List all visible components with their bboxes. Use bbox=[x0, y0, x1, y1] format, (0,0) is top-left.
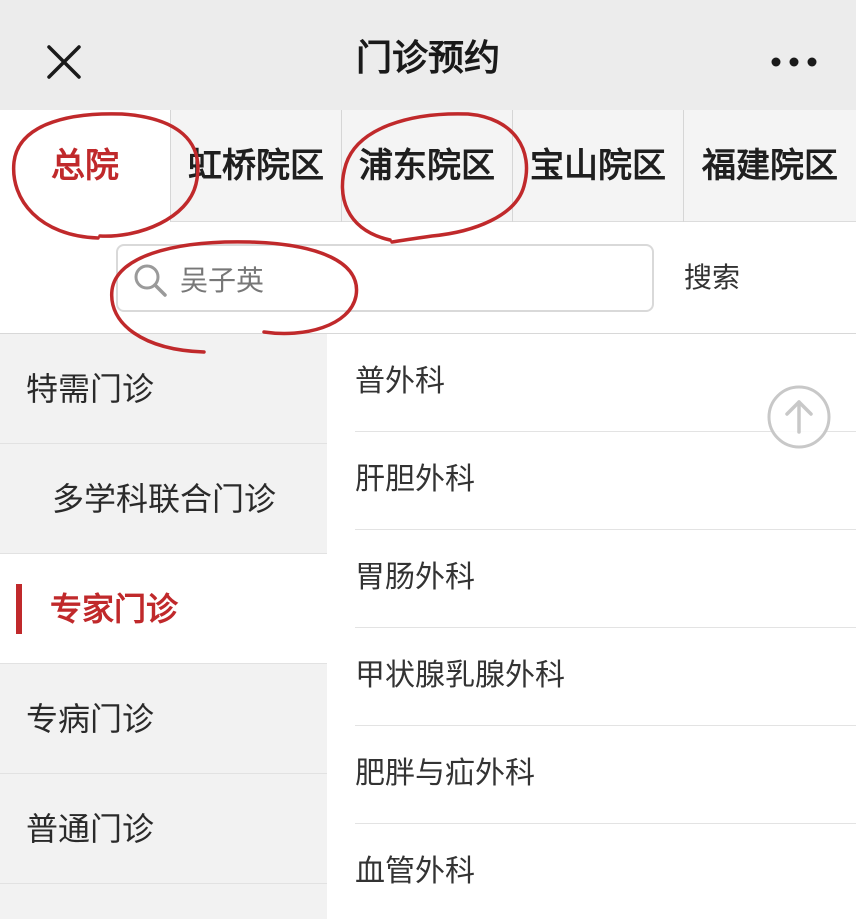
title-bar: 门诊预约 bbox=[0, 0, 856, 110]
search-input[interactable] bbox=[180, 254, 640, 304]
scroll-top-button[interactable] bbox=[766, 384, 832, 450]
campus-tabs: 总院 虹桥院区 浦东院区 宝山院区 福建院区 bbox=[0, 110, 856, 222]
sidebar-item-expert-clinic[interactable]: 专家门诊 bbox=[0, 554, 327, 664]
sidebar-item-label: 专家门诊 bbox=[50, 590, 179, 628]
page-title: 门诊预约 bbox=[355, 38, 500, 79]
sidebar-item-mdt-clinic[interactable]: 多学科联合门诊 bbox=[0, 444, 327, 554]
department-label: 肥胖与疝外科 bbox=[355, 756, 535, 791]
tab-hongqiao-campus[interactable]: 虹桥院区 bbox=[170, 110, 341, 222]
department-label: 普外科 bbox=[355, 364, 445, 399]
more-button[interactable] bbox=[764, 44, 824, 80]
tab-pudong-campus[interactable]: 浦东院区 bbox=[341, 110, 512, 222]
sidebar-item-disease-clinic[interactable]: 专病门诊 bbox=[0, 664, 327, 774]
sidebar-item-label: 多学科联合门诊 bbox=[52, 480, 277, 518]
search-box[interactable] bbox=[116, 244, 654, 312]
list-item[interactable]: 血管外科 bbox=[355, 824, 856, 919]
department-label: 甲状腺乳腺外科 bbox=[355, 658, 565, 693]
close-button[interactable] bbox=[40, 38, 88, 86]
more-icon bbox=[771, 57, 817, 67]
clinic-type-sidebar: 特需门诊 多学科联合门诊 专家门诊 专病门诊 普通门诊 bbox=[0, 334, 327, 919]
sidebar-item-label: 特需门诊 bbox=[26, 370, 155, 408]
arrow-up-circle-icon bbox=[767, 385, 831, 449]
department-label: 胃肠外科 bbox=[355, 560, 475, 595]
tab-main-campus[interactable]: 总院 bbox=[0, 110, 170, 222]
list-item[interactable]: 肥胖与疝外科 bbox=[355, 726, 856, 824]
active-indicator bbox=[16, 584, 22, 634]
sidebar-item-special-clinic[interactable]: 特需门诊 bbox=[0, 334, 327, 444]
search-bar: 搜索 bbox=[0, 222, 856, 334]
close-icon bbox=[47, 45, 81, 79]
department-label: 血管外科 bbox=[355, 854, 475, 889]
sidebar-item-label: 普通门诊 bbox=[26, 810, 155, 848]
sidebar-item-general-clinic[interactable]: 普通门诊 bbox=[0, 774, 327, 884]
department-label: 肝胆外科 bbox=[355, 462, 475, 497]
search-icon bbox=[134, 264, 167, 297]
tab-baoshan-campus[interactable]: 宝山院区 bbox=[512, 110, 683, 222]
sidebar-item-label: 专病门诊 bbox=[26, 700, 155, 738]
tab-fujian-campus[interactable]: 福建院区 bbox=[683, 110, 856, 222]
search-button[interactable]: 搜索 bbox=[670, 244, 754, 312]
list-item[interactable]: 胃肠外科 bbox=[355, 530, 856, 628]
list-item[interactable]: 甲状腺乳腺外科 bbox=[355, 628, 856, 726]
